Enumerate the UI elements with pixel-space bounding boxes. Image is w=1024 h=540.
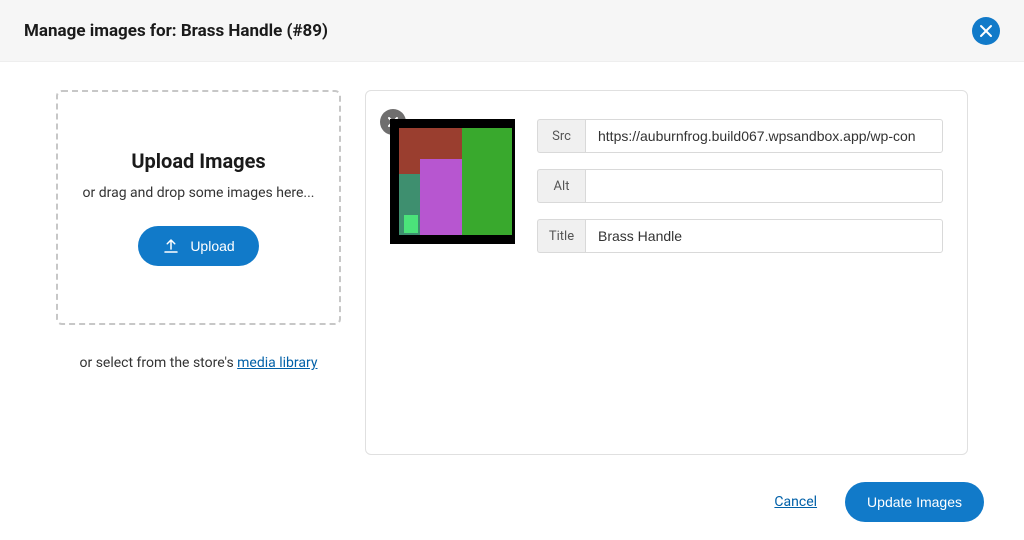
upload-icon (162, 237, 180, 255)
modal-footer: Cancel Update Images (774, 482, 984, 522)
close-button[interactable] (972, 17, 1000, 45)
alt-input[interactable] (585, 169, 943, 203)
update-images-button[interactable]: Update Images (845, 482, 984, 522)
upload-heading: Upload Images (131, 149, 265, 173)
media-library-link[interactable]: media library (237, 355, 317, 371)
image-row: Src Alt Title (390, 119, 943, 253)
modal-content: Upload Images or drag and drop some imag… (0, 62, 1024, 455)
modal-title: Manage images for: Brass Handle (#89) (24, 21, 328, 41)
src-field-row: Src (537, 119, 943, 153)
image-thumbnail[interactable] (390, 119, 515, 244)
modal-header: Manage images for: Brass Handle (#89) (0, 0, 1024, 62)
image-thumbnail-wrap (390, 119, 515, 244)
image-details-panel: Src Alt Title (365, 90, 968, 455)
src-label: Src (537, 119, 585, 153)
media-library-prefix: or select from the store's (80, 355, 238, 371)
title-input[interactable] (585, 219, 943, 253)
image-fields: Src Alt Title (537, 119, 943, 253)
upload-subtext: or drag and drop some images here... (83, 183, 315, 204)
src-input[interactable] (585, 119, 943, 153)
alt-label: Alt (537, 169, 585, 203)
upload-button[interactable]: Upload (138, 226, 258, 266)
title-label: Title (537, 219, 585, 253)
alt-field-row: Alt (537, 169, 943, 203)
upload-dropzone[interactable]: Upload Images or drag and drop some imag… (56, 90, 341, 325)
upload-column: Upload Images or drag and drop some imag… (56, 90, 341, 455)
upload-button-label: Upload (190, 238, 234, 254)
close-icon (979, 24, 993, 38)
cancel-link[interactable]: Cancel (774, 494, 817, 510)
media-library-row: or select from the store's media library (56, 355, 341, 371)
title-field-row: Title (537, 219, 943, 253)
